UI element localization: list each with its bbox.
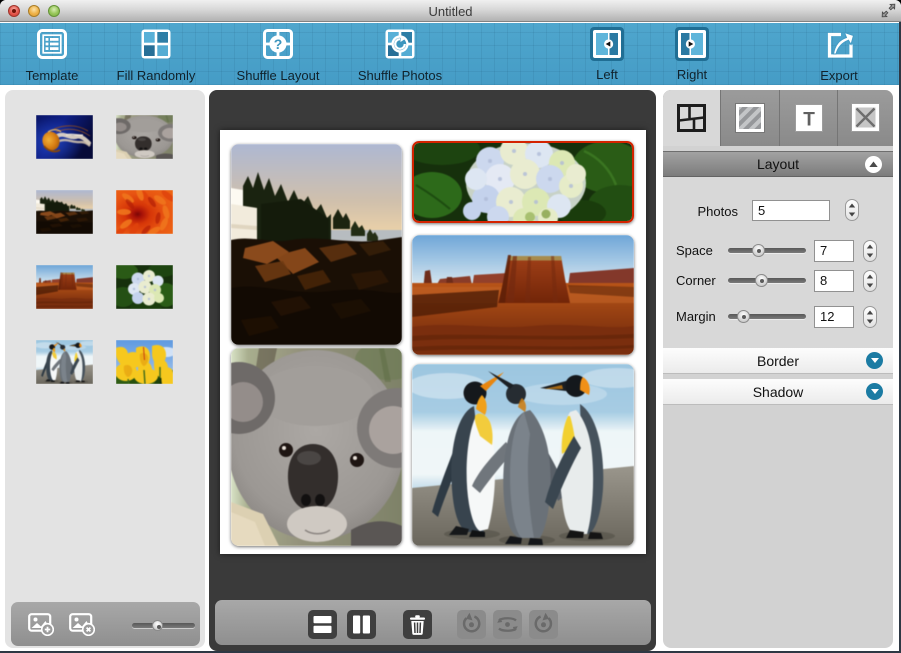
svg-text:?: ? — [274, 36, 283, 52]
svg-text:T: T — [803, 110, 815, 131]
